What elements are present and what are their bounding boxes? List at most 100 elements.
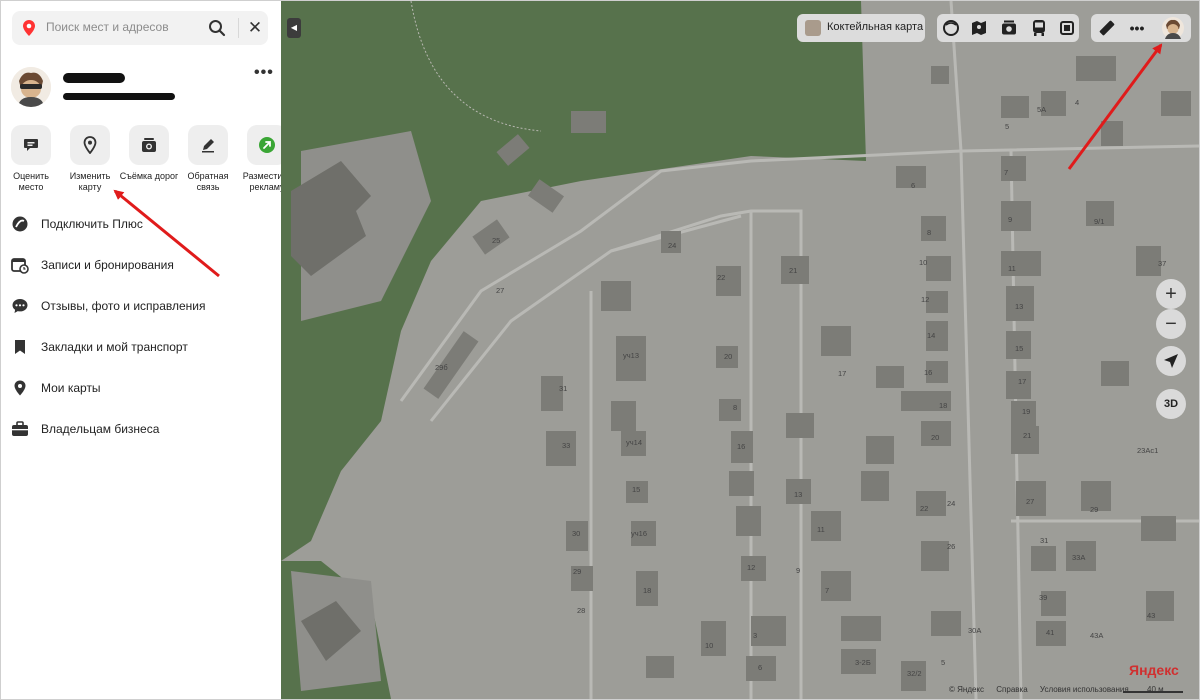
- building-label: 7: [1004, 168, 1009, 177]
- collapse-panel-icon[interactable]: ◀: [287, 18, 301, 38]
- quick-action-rate-place[interactable]: Оценить место: [1, 125, 61, 193]
- help-link[interactable]: Справка: [996, 685, 1027, 694]
- building-label: 21: [789, 266, 798, 275]
- cocktail-map-button[interactable]: Коктейльная карта: [797, 14, 925, 42]
- layers-icon[interactable]: [937, 14, 965, 42]
- building-label: 43А: [1090, 631, 1104, 640]
- camera-icon[interactable]: [995, 14, 1023, 42]
- building-label: 41: [1046, 628, 1055, 637]
- search-icon[interactable]: [208, 19, 226, 37]
- quick-action-label: Обратная связь: [187, 171, 229, 192]
- more-options-icon[interactable]: •••: [254, 64, 274, 82]
- building-label: 39: [1039, 593, 1048, 602]
- building-label: 19: [1022, 407, 1031, 416]
- avatar[interactable]: [11, 67, 51, 107]
- building-label: 25: [492, 236, 501, 245]
- map-canvas[interactable]: 4 5А 5 6 7 8 9 9/1 10 11 12 13 14 15 16 …: [281, 1, 1199, 699]
- building-label: 17: [838, 369, 847, 378]
- building-label: уч16: [631, 529, 647, 538]
- building-label: 20: [931, 433, 940, 442]
- building-label: 24: [947, 499, 956, 508]
- building-label: 13: [794, 490, 803, 499]
- locate-me-button[interactable]: [1156, 346, 1186, 376]
- chat-bubble-icon: [11, 297, 29, 315]
- menu-item-bookings[interactable]: Записи и бронирования: [11, 254, 271, 276]
- building-label: 6: [758, 663, 763, 672]
- transport-icon[interactable]: [1025, 14, 1053, 42]
- building-label: 20: [724, 352, 733, 361]
- building-label: 9: [1008, 215, 1013, 224]
- zoom-in-button[interactable]: +: [1156, 279, 1186, 309]
- building-label: уч14: [626, 438, 642, 447]
- building-label: 16: [737, 442, 746, 451]
- building-label: 31: [1040, 536, 1049, 545]
- menu-item-reviews[interactable]: Отзывы, фото и исправления: [11, 295, 271, 317]
- quick-action-label: Разместить рекламу: [242, 171, 282, 192]
- bookmark-icon: [11, 338, 29, 356]
- menu-item-label: Отзывы, фото и исправления: [41, 299, 206, 313]
- quick-action-edit-map[interactable]: Изменить карту: [60, 125, 120, 193]
- briefcase-icon: [11, 420, 29, 438]
- building-label: 12: [921, 295, 930, 304]
- quick-action-advertise[interactable]: Разместить рекламу: [237, 125, 282, 193]
- brand-logo: Яндекс: [1129, 662, 1179, 678]
- building-label: 3-2Б: [855, 658, 871, 667]
- building-label: 29: [1090, 505, 1099, 514]
- menu-item-business[interactable]: Владельцам бизнеса: [11, 418, 271, 440]
- search-bar[interactable]: Поиск мест и адресов ✕: [12, 11, 268, 45]
- building-label: 16: [924, 368, 933, 377]
- building-label: 13: [1015, 302, 1024, 311]
- building-label: 3: [753, 631, 758, 640]
- user-profile[interactable]: •••: [11, 64, 274, 117]
- ruler-icon[interactable]: [1093, 14, 1121, 42]
- menu-item-bookmarks[interactable]: Закладки и мой транспорт: [11, 336, 271, 358]
- profile-avatar[interactable]: [1159, 14, 1187, 42]
- building-label: 15: [1015, 344, 1024, 353]
- building-label: 10: [919, 258, 928, 267]
- building-label: 21: [1023, 431, 1032, 440]
- building-label: 11: [1008, 264, 1016, 273]
- building-label: 30: [572, 529, 581, 538]
- quick-action-road-camera[interactable]: Съёмка дорог: [119, 125, 179, 182]
- 3d-mode-button[interactable]: 3D: [1156, 389, 1186, 419]
- menu-item-plus[interactable]: Подключить Плюс: [11, 213, 271, 235]
- building-label: 9/1: [1094, 217, 1105, 226]
- map-footer: © Яндекс Справка Условия использования: [949, 685, 1139, 694]
- quick-action-feedback[interactable]: Обратная связь: [178, 125, 238, 193]
- building-label: 27: [1026, 497, 1035, 506]
- app-window: Поиск мест и адресов ✕ ••• Оценить место…: [0, 0, 1200, 700]
- building-label: 37: [1158, 259, 1167, 268]
- menu-item-label: Владельцам бизнеса: [41, 422, 160, 436]
- terms-link[interactable]: Условия использования: [1040, 685, 1129, 694]
- cocktail-map-label: Коктейльная карта: [827, 21, 924, 33]
- building-label: 24: [668, 241, 677, 250]
- zoom-out-button[interactable]: −: [1156, 309, 1186, 339]
- more-icon[interactable]: •••: [1123, 14, 1151, 42]
- building-label: 31: [559, 384, 568, 393]
- building-label: 11: [817, 525, 825, 534]
- building-label: уч13: [623, 351, 639, 360]
- building-label: 10: [705, 641, 714, 650]
- panorama-icon[interactable]: [965, 14, 993, 42]
- building-label: 18: [643, 586, 652, 595]
- building-label: 8: [927, 228, 932, 237]
- traffic-icon[interactable]: [1053, 14, 1081, 42]
- search-input[interactable]: Поиск мест и адресов: [46, 20, 169, 34]
- menu-item-label: Записи и бронирования: [41, 258, 174, 272]
- building-label: 29б: [435, 363, 448, 372]
- feedback-pen-icon: [188, 125, 228, 165]
- building-label: 26: [947, 542, 956, 551]
- quick-action-label: Изменить карту: [69, 171, 111, 192]
- building-label: 4: [1075, 98, 1080, 107]
- building-label: 29: [573, 567, 582, 576]
- close-icon[interactable]: ✕: [246, 19, 264, 37]
- edit-map-icon: [70, 125, 110, 165]
- quick-action-label: Оценить место: [13, 171, 49, 192]
- redacted-name: [63, 73, 125, 83]
- building-label: 18: [939, 401, 948, 410]
- building-label: 22: [920, 504, 929, 513]
- menu-item-my-maps[interactable]: Мои карты: [11, 377, 271, 399]
- building-label: 12: [747, 563, 756, 572]
- plus-icon: [11, 215, 29, 233]
- building-label: 9: [796, 566, 801, 575]
